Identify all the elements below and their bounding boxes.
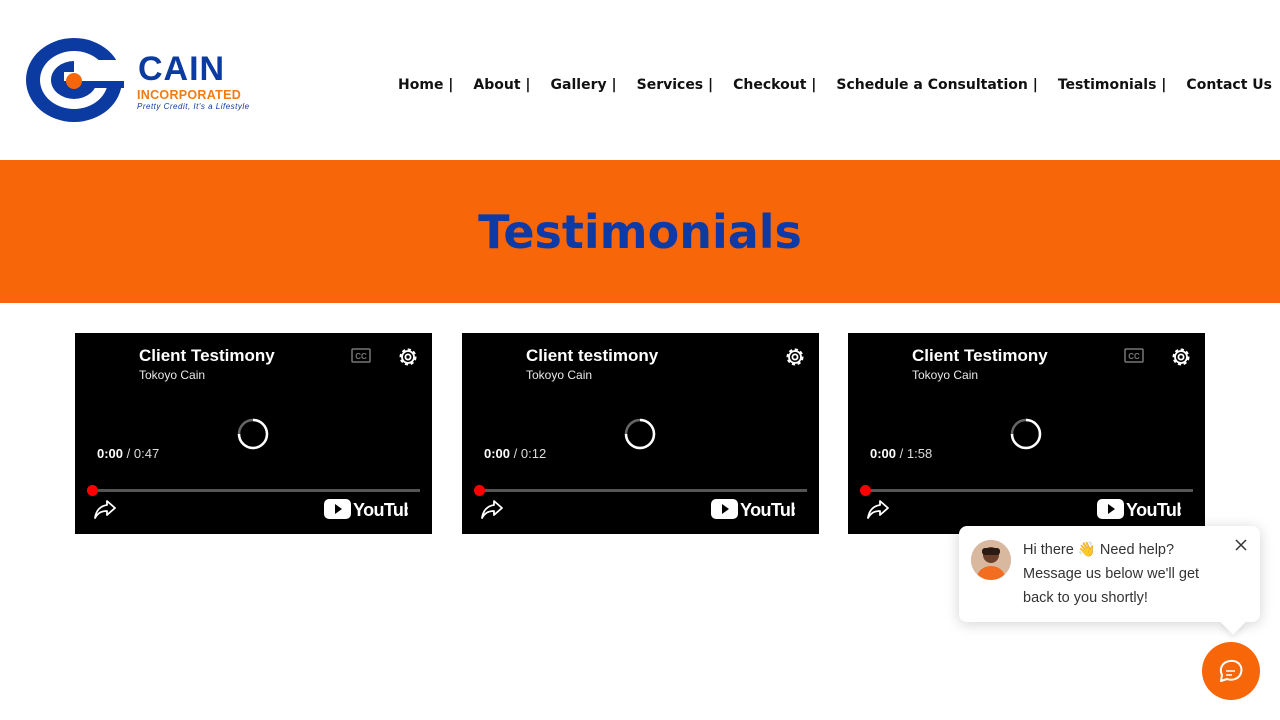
video-channel[interactable]: Tokoyo Cain (526, 368, 592, 382)
site-header: CAIN INCORPORATED Pretty Credit, It's a … (0, 0, 1280, 160)
loading-spinner-icon (1010, 418, 1042, 450)
settings-gear-icon[interactable] (783, 345, 807, 369)
video-progress-bar[interactable] (860, 485, 1193, 496)
video-channel[interactable]: Tokoyo Cain (139, 368, 205, 382)
logo-mark-icon (26, 38, 124, 122)
logo-tagline: Pretty Credit, It's a Lifestyle (137, 102, 250, 111)
youtube-wordmark: YouTube (353, 500, 408, 520)
progress-scrubber[interactable] (474, 485, 485, 496)
nav-checkout[interactable]: Checkout | (733, 76, 816, 94)
video-channel[interactable]: Tokoyo Cain (912, 368, 978, 382)
youtube-wordmark: YouTube (1126, 500, 1181, 520)
video-title[interactable]: Client Testimony (139, 345, 275, 367)
nav-schedule-consultation[interactable]: Schedule a Consultation | (836, 76, 1037, 94)
youtube-logo-icon[interactable]: YouTube (324, 498, 408, 520)
video-time: 0:00 / 0:47 (97, 446, 159, 462)
nav-home[interactable]: Home | (398, 76, 453, 94)
nav-contact-us[interactable]: Contact Us (1186, 76, 1272, 94)
nav-services[interactable]: Services | (637, 76, 714, 94)
video-duration: / 1:58 (899, 446, 933, 461)
youtube-logo-icon[interactable]: YouTube (711, 498, 795, 520)
video-current-time: 0:00 (97, 446, 124, 461)
video-duration: / 0:12 (513, 446, 547, 461)
progress-scrubber[interactable] (87, 485, 98, 496)
closed-captions-icon[interactable]: CC (351, 348, 371, 363)
chat-launcher-button[interactable] (1202, 642, 1260, 700)
nav-testimonials[interactable]: Testimonials | (1058, 76, 1167, 94)
settings-gear-icon[interactable] (1169, 345, 1193, 369)
loading-spinner-icon (624, 418, 656, 450)
chat-agent-avatar (971, 540, 1011, 580)
site-logo[interactable]: CAIN INCORPORATED Pretty Credit, It's a … (24, 36, 254, 126)
video-current-time: 0:00 (484, 446, 511, 461)
nav-about[interactable]: About | (473, 76, 530, 94)
share-icon[interactable] (93, 498, 117, 520)
video-duration: / 0:47 (126, 446, 160, 461)
video-title[interactable]: Client testimony (526, 345, 658, 367)
progress-scrubber[interactable] (860, 485, 871, 496)
closed-captions-icon[interactable]: CC (1124, 348, 1144, 363)
video-current-time: 0:00 (870, 446, 897, 461)
logo-sub: INCORPORATED (137, 88, 242, 102)
close-icon[interactable] (1234, 538, 1248, 552)
share-icon[interactable] (480, 498, 504, 520)
video-player[interactable]: Client Testimony Tokoyo Cain CC 0:00 / 1… (848, 333, 1205, 534)
page-title: Testimonials (478, 205, 802, 259)
logo-brand: CAIN (138, 50, 226, 88)
video-progress-bar[interactable] (87, 485, 420, 496)
video-player[interactable]: Client testimony Tokoyo Cain 0:00 / 0:12… (462, 333, 819, 534)
video-time: 0:00 / 1:58 (870, 446, 932, 462)
loading-spinner-icon (237, 418, 269, 450)
chat-greeting-text: Hi there 👋 Need help? Message us below w… (1023, 542, 1200, 606)
chat-greeting-bubble[interactable]: Hi there 👋 Need help? Message us below w… (959, 526, 1260, 622)
agent-avatar-icon (971, 540, 1011, 580)
youtube-logo-icon[interactable]: YouTube (1097, 498, 1181, 520)
chat-icon (1219, 659, 1243, 682)
svg-text:CC: CC (355, 352, 367, 361)
svg-text:CC: CC (1128, 352, 1140, 361)
settings-gear-icon[interactable] (396, 345, 420, 369)
share-icon[interactable] (866, 498, 890, 520)
youtube-wordmark: YouTube (740, 500, 795, 520)
video-progress-bar[interactable] (474, 485, 807, 496)
video-player[interactable]: Client Testimony Tokoyo Cain CC 0:00 / 0… (75, 333, 432, 534)
video-title[interactable]: Client Testimony (912, 345, 1048, 367)
video-time: 0:00 / 0:12 (484, 446, 546, 462)
page-banner: Testimonials (0, 160, 1280, 303)
nav-gallery[interactable]: Gallery | (551, 76, 617, 94)
main-nav: Home | About | Gallery | Services | Chec… (378, 76, 1272, 94)
